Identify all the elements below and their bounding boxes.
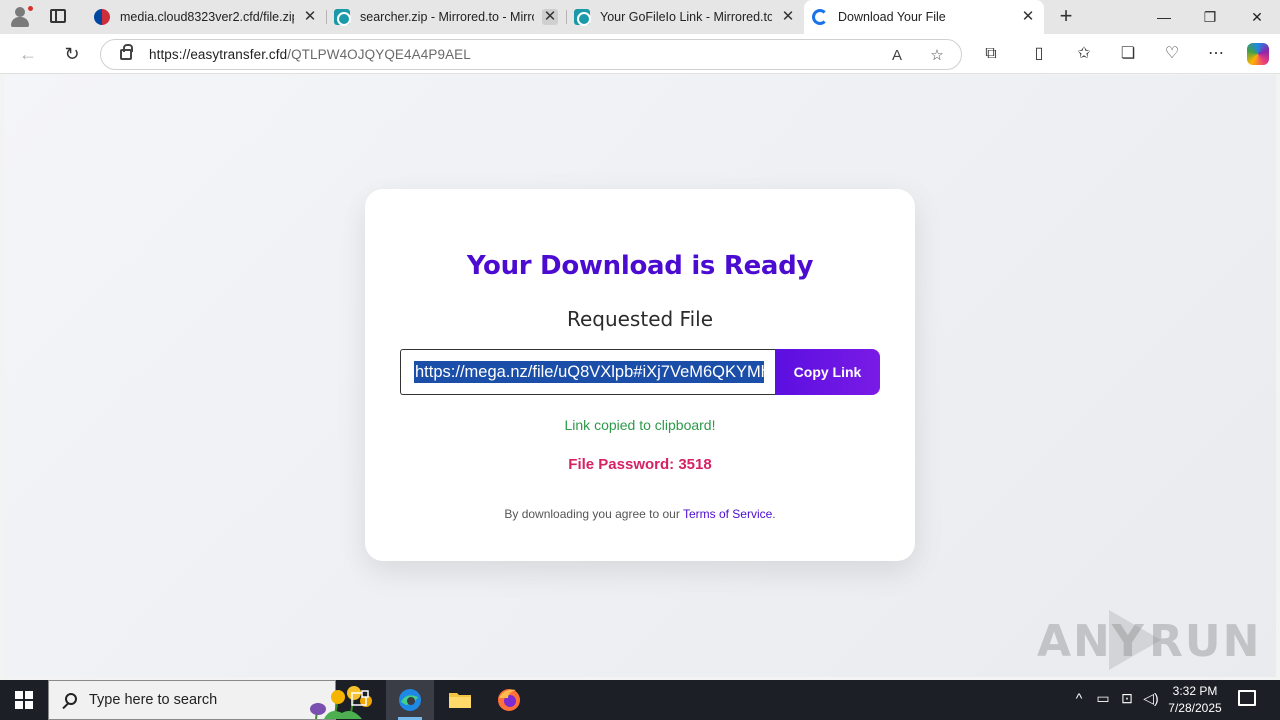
url-text[interactable]: https://easytransfer.cfd/QTLPW4OJQYQE4A4… [149,47,471,62]
volume-icon[interactable]: ◁) [1141,690,1161,707]
settings-more-icon[interactable]: ⋯ [1205,43,1227,65]
clock-date: 7/28/2025 [1168,701,1222,715]
close-icon[interactable]: ✕ [1020,9,1036,25]
close-icon[interactable]: ✕ [780,9,796,25]
notifications-icon[interactable] [1238,690,1256,706]
close-icon[interactable]: ✕ [542,9,558,25]
show-hidden-icons-icon[interactable]: ^ [1069,690,1089,706]
system-clock[interactable]: 3:32 PM 7/28/2025 [1160,683,1230,717]
profile-icon[interactable] [8,5,36,29]
tab-download-your-file[interactable]: Download Your File ✕ [804,0,1044,34]
page-title: Your Download is Ready [466,251,814,281]
favorite-star-icon[interactable]: ☆ [927,46,947,66]
edge-taskbar-icon[interactable] [386,680,434,720]
requested-file-label: Requested File [566,307,714,331]
korea-flag-icon [94,9,110,25]
link-row: https://mega.nz/file/uQ8VXlpb#iXj7VeM6QK… [400,349,880,395]
restore-button[interactable]: ❐ [1187,0,1233,34]
copilot-icon[interactable] [1247,43,1269,65]
new-tab-button[interactable]: + [1056,5,1076,28]
tab-title: Download Your File [838,10,946,24]
lock-icon[interactable] [120,44,133,60]
copy-link-button[interactable]: Copy Link [775,349,880,395]
file-link-input[interactable]: https://mega.nz/file/uQ8VXlpb#iXj7VeM6QK… [400,349,776,395]
device-icon[interactable]: ▭ [1093,690,1113,707]
back-button[interactable]: ← [16,42,40,66]
read-aloud-icon[interactable]: A [887,46,907,66]
tab-actions-icon[interactable] [50,9,66,23]
terms-notice: By downloading you agree to our Terms of… [504,507,776,521]
minimize-button[interactable]: — [1141,0,1187,34]
browser-essentials-icon[interactable]: ♡ [1161,43,1183,65]
browser-toolbar: ← ↻ https://easytransfer.cfd/QTLPW4OJQYQ… [0,34,1280,74]
terms-of-service-link[interactable]: Terms of Service [683,507,772,521]
search-placeholder: Type here to search [89,692,218,708]
copied-message: Link copied to clipboard! [564,417,716,433]
close-window-button[interactable]: ✕ [1234,0,1280,34]
windows-start-button[interactable] [0,680,48,720]
taskbar: Type here to search ^ ▭ ⊡ ◁) 3:32 PM 7/2… [0,680,1280,720]
tab-title: media.cloud8323ver2.cfd/file.zip? [120,10,294,24]
file-link-value[interactable]: https://mega.nz/file/uQ8VXlpb#iXj7VeM6QK… [414,361,764,383]
collections-icon[interactable]: ❏ [1117,43,1139,65]
mirrored-icon [334,9,351,26]
tab-media-cloud[interactable]: media.cloud8323ver2.cfd/file.zip? ✕ [86,0,326,34]
anyrun-watermark-logo: ANY RUN [1037,610,1259,670]
taskbar-search[interactable]: Type here to search [48,680,372,720]
tab-title: searcher.zip - Mirrored.to - Mirro [360,10,534,24]
file-password: File Password: 3518 [568,456,712,473]
tab-strip: media.cloud8323ver2.cfd/file.zip? ✕ sear… [0,0,1280,34]
loading-icon [812,9,828,25]
download-card: Your Download is Ready Requested File ht… [365,189,915,561]
tab-searcher-zip[interactable]: searcher.zip - Mirrored.to - Mirro ✕ [326,0,566,34]
address-bar[interactable]: https://easytransfer.cfd/QTLPW4OJQYQE4A4… [100,39,962,70]
mirrored-icon [574,9,591,26]
task-view-icon[interactable] [336,680,384,720]
favorites-icon[interactable]: ✩ [1073,43,1095,65]
tab-title: Your GoFileIo Link - Mirrored.to - [600,10,772,24]
firefox-icon[interactable] [486,680,534,720]
file-explorer-icon[interactable] [436,680,484,720]
network-icon[interactable]: ⊡ [1117,690,1137,707]
extensions-icon[interactable]: ⧉ [980,43,1002,65]
close-icon[interactable]: ✕ [302,9,318,25]
split-screen-icon[interactable]: ▯ [1028,43,1050,65]
clock-time: 3:32 PM [1172,684,1218,698]
page-content: Your Download is Ready Requested File ht… [4,75,1276,677]
search-icon [65,693,77,705]
tab-gofileio-link[interactable]: Your GoFileIo Link - Mirrored.to - ✕ [566,0,804,34]
refresh-button[interactable]: ↻ [60,42,84,66]
